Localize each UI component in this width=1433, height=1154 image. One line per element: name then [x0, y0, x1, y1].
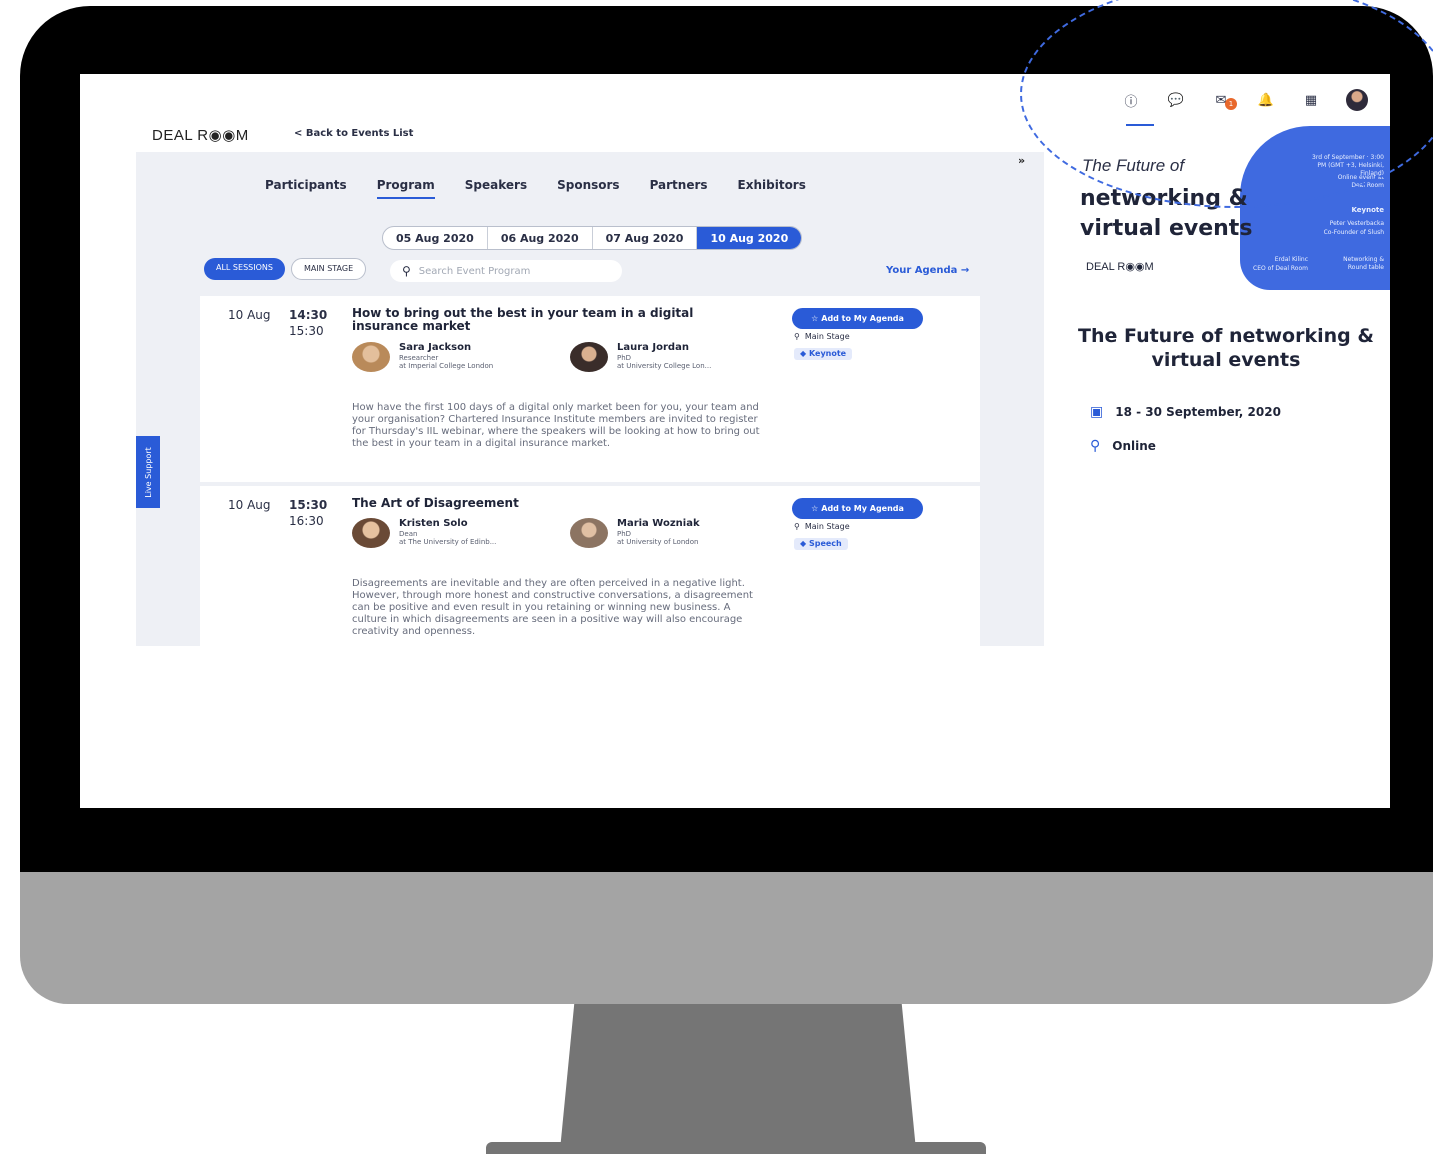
- event-location-row: ⚲ Online: [1090, 438, 1156, 454]
- session-title[interactable]: How to bring out the best in your team i…: [352, 307, 762, 333]
- speaker-role: Dean: [399, 530, 418, 538]
- speaker-avatar: [570, 518, 608, 548]
- speaker-org: at University College Lon...: [617, 362, 712, 370]
- add-to-agenda-label: Add to My Agenda: [821, 314, 904, 323]
- session-description: Disagreements are inevitable and they ar…: [352, 578, 753, 637]
- banner-keynote-speaker: Peter Vesterbacka: [1329, 220, 1384, 227]
- back-to-events-link[interactable]: < Back to Events List: [294, 128, 413, 139]
- speaker-org: at University of London: [617, 538, 699, 546]
- banner-host-role: CEO of Deal Room: [1253, 265, 1308, 272]
- stage-label: Main Stage: [804, 332, 850, 341]
- date-10-aug[interactable]: 10 Aug 2020: [697, 227, 802, 249]
- live-support-label: Live Support: [143, 446, 153, 498]
- speaker-org: at Imperial College London: [399, 362, 494, 370]
- banner-line3: virtual events: [1080, 216, 1253, 241]
- tab-sponsors[interactable]: Sponsors: [557, 178, 619, 199]
- tag-label: Keynote: [808, 349, 847, 358]
- tab-speakers[interactable]: Speakers: [465, 178, 527, 199]
- speaker-role: PhD: [617, 530, 632, 538]
- location-pin-icon: ⚲: [1090, 438, 1101, 454]
- location-pin-icon: ⚲: [794, 332, 800, 341]
- monitor-stand: [560, 1004, 916, 1150]
- add-to-agenda-label: Add to My Agenda: [821, 504, 904, 513]
- session-date: 10 Aug: [228, 498, 271, 512]
- add-to-agenda-button[interactable]: ☆ Add to My Agenda: [792, 498, 923, 519]
- speaker-avatar: [352, 342, 390, 372]
- speaker-role: Researcher: [399, 354, 439, 362]
- speaker-name: Kristen Solo: [399, 518, 468, 529]
- date-07-aug[interactable]: 07 Aug 2020: [593, 227, 698, 249]
- session-start-time: 15:30: [289, 498, 328, 512]
- star-icon: ☆: [811, 504, 819, 513]
- speaker-card[interactable]: Maria Wozniak PhD at University of Londo…: [570, 518, 700, 548]
- tab-program[interactable]: Program: [376, 178, 435, 199]
- dealroom-logo[interactable]: DEAL R◉◉M: [152, 126, 249, 144]
- event-dates-row: ▣ 18 - 30 September, 2020: [1090, 404, 1281, 420]
- session-card: 10 Aug 15:30 16:30 The Art of Disagreeme…: [200, 486, 980, 646]
- tab-participants[interactable]: Participants: [265, 178, 347, 199]
- location-pin-icon: ⚲: [794, 522, 800, 531]
- banner-logo: DEAL R◉◉M: [1086, 261, 1154, 273]
- calendar-icon: ▣: [1090, 404, 1104, 420]
- session-tag: ◆ Speech: [794, 538, 848, 550]
- speaker-name: Maria Wozniak: [617, 518, 700, 529]
- session-start-time: 14:30: [289, 308, 328, 322]
- monitor-chin: [20, 872, 1433, 1004]
- speaker-avatar: [352, 518, 390, 548]
- tag-icon: ◆: [800, 349, 807, 358]
- speaker-org: at The University of Edinb...: [399, 538, 497, 546]
- live-support-button[interactable]: Live Support: [136, 436, 160, 508]
- tab-exhibitors[interactable]: Exhibitors: [738, 178, 806, 199]
- session-tag: ◆ Keynote: [794, 348, 853, 360]
- event-title: The Future of networking & virtual event…: [1078, 325, 1374, 371]
- speaker-name: Sara Jackson: [399, 342, 472, 353]
- date-05-aug[interactable]: 05 Aug 2020: [383, 227, 488, 249]
- search-icon: ⚲: [402, 264, 411, 278]
- add-to-agenda-button[interactable]: ☆ Add to My Agenda: [792, 308, 923, 329]
- all-sessions-filter[interactable]: ALL SESSIONS: [204, 258, 285, 280]
- session-description: How have the first 100 days of a digital…: [352, 402, 760, 449]
- search-input[interactable]: ⚲ Search Event Program: [390, 260, 622, 282]
- star-icon: ☆: [811, 314, 819, 323]
- banner-keynote-label: Keynote: [1351, 206, 1385, 214]
- banner-keynote-role: Co-Founder of Slush: [1323, 229, 1384, 236]
- session-card: 10 Aug 14:30 15:30 How to bring out the …: [200, 296, 980, 482]
- session-end-time: 16:30: [289, 514, 324, 528]
- your-agenda-link[interactable]: Your Agenda →: [886, 265, 969, 276]
- speaker-name: Laura Jordan: [617, 342, 689, 353]
- session-stage: ⚲ Main Stage: [794, 332, 850, 341]
- speaker-card[interactable]: Sara Jackson Researcher at Imperial Coll…: [352, 342, 493, 372]
- main-stage-filter[interactable]: MAIN STAGE: [290, 258, 367, 280]
- session-stage: ⚲ Main Stage: [794, 522, 850, 531]
- banner-host: Erdal Kilinc: [1274, 256, 1308, 263]
- session-filters: ALL SESSIONS MAIN STAGE: [204, 258, 367, 280]
- collapse-panel-icon[interactable]: »: [1018, 154, 1025, 167]
- monitor-stand-foot: [486, 1142, 986, 1154]
- event-location: Online: [1112, 439, 1156, 453]
- tag-label: Speech: [808, 539, 842, 548]
- tag-icon: ◆: [800, 539, 807, 548]
- speaker-avatar: [570, 342, 608, 372]
- speaker-card[interactable]: Laura Jordan PhD at University College L…: [570, 342, 711, 372]
- stage-label: Main Stage: [804, 522, 850, 531]
- search-placeholder: Search Event Program: [418, 265, 531, 277]
- date-selector: 05 Aug 2020 06 Aug 2020 07 Aug 2020 10 A…: [382, 226, 803, 250]
- session-end-time: 15:30: [289, 324, 324, 338]
- event-tabs: Participants Program Speakers Sponsors P…: [265, 178, 806, 199]
- event-dates: 18 - 30 September, 2020: [1115, 405, 1281, 419]
- speaker-role: PhD: [617, 354, 632, 362]
- session-date: 10 Aug: [228, 308, 271, 322]
- tab-partners[interactable]: Partners: [650, 178, 708, 199]
- date-06-aug[interactable]: 06 Aug 2020: [488, 227, 593, 249]
- banner-format: Networking & Round table: [1343, 256, 1384, 271]
- session-title[interactable]: The Art of Disagreement: [352, 497, 762, 510]
- speaker-card[interactable]: Kristen Solo Dean at The University of E…: [352, 518, 496, 548]
